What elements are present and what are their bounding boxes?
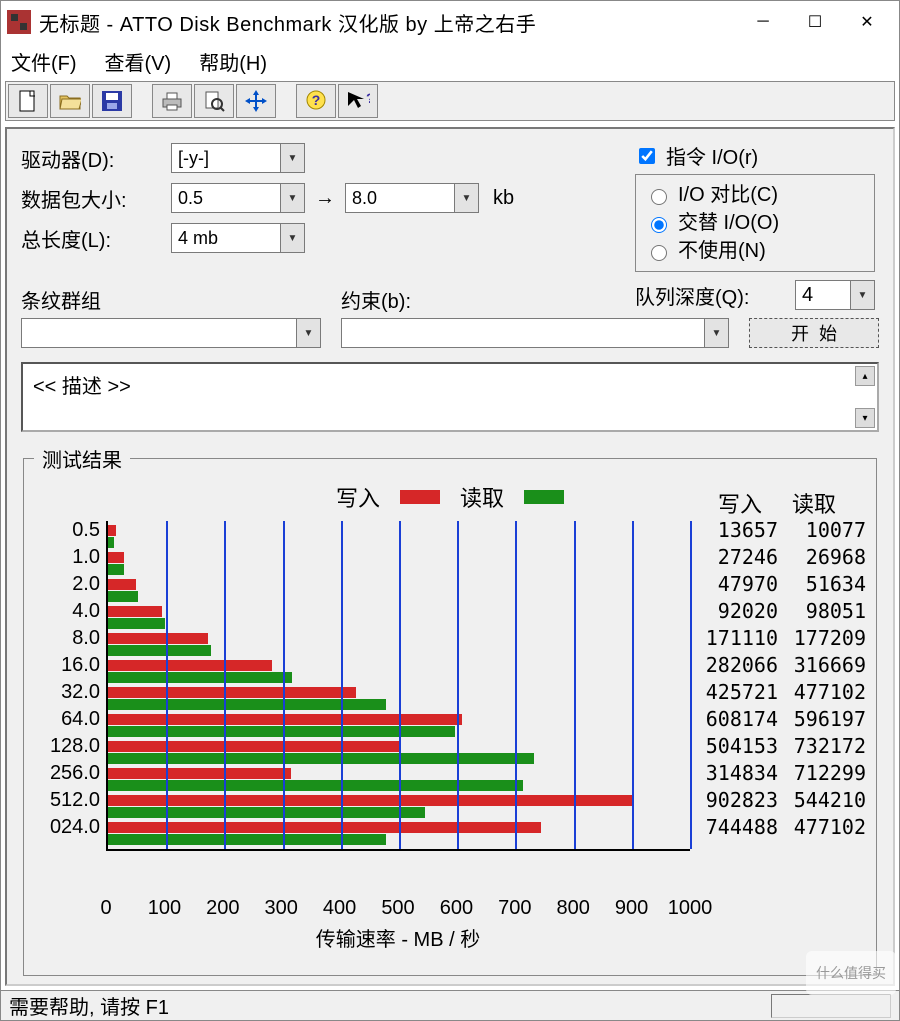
results-legend: 测试结果 bbox=[34, 444, 130, 473]
scroll-down-icon[interactable]: ▾ bbox=[855, 408, 875, 428]
bar-chart bbox=[106, 521, 690, 851]
y-labels: 0.51.02.04.08.016.032.064.0128.0256.0512… bbox=[34, 517, 106, 897]
start-button[interactable]: 开始 bbox=[749, 318, 879, 348]
minimize-button[interactable]: ─ bbox=[737, 4, 789, 40]
total-length-label: 总长度(L): bbox=[21, 224, 171, 253]
stripe-group-label: 条纹群组 bbox=[21, 285, 321, 314]
queue-depth-label: 队列深度(Q): bbox=[635, 281, 749, 310]
force-io-checkbox[interactable]: 指令 I/O(r) bbox=[635, 141, 875, 170]
main-panel: 指令 I/O(r) I/O 对比(C) 交替 I/O(O) 不使用(N) 队列深… bbox=[5, 127, 895, 986]
svg-text:?: ? bbox=[312, 92, 321, 108]
queue-depth-combo[interactable]: 4 bbox=[795, 280, 875, 310]
io-overlapped-radio[interactable]: 交替 I/O(O) bbox=[646, 209, 864, 237]
print-icon[interactable] bbox=[152, 84, 192, 118]
new-icon[interactable] bbox=[8, 84, 48, 118]
kb-label: kb bbox=[493, 187, 514, 210]
preview-icon[interactable] bbox=[194, 84, 234, 118]
io-mode-group: I/O 对比(C) 交替 I/O(O) 不使用(N) bbox=[635, 174, 875, 272]
scroll-up-icon[interactable]: ▴ bbox=[855, 366, 875, 386]
app-icon bbox=[7, 10, 31, 34]
arrow-icon: → bbox=[315, 187, 335, 210]
menu-view[interactable]: 查看(V) bbox=[105, 47, 172, 76]
menu-file[interactable]: 文件(F) bbox=[11, 47, 77, 76]
menubar: 文件(F) 查看(V) 帮助(H) bbox=[1, 43, 899, 79]
description-box[interactable]: << 描述 >> ▴ ▾ bbox=[21, 362, 879, 432]
constraint-combo[interactable] bbox=[341, 318, 729, 348]
watermark: 什么值得买 bbox=[806, 951, 896, 995]
save-icon[interactable] bbox=[92, 84, 132, 118]
status-text: 需要帮助, 请按 F1 bbox=[9, 991, 169, 1020]
toolbar: ? ? bbox=[5, 81, 895, 121]
io-neither-radio[interactable]: 不使用(N) bbox=[646, 237, 864, 265]
titlebar: 无标题 - ATTO Disk Benchmark 汉化版 by 上帝之右手 ─… bbox=[1, 1, 899, 43]
size-from-combo[interactable]: 0.5 bbox=[171, 183, 305, 213]
total-length-combo[interactable]: 4 mb bbox=[171, 223, 305, 253]
help-icon[interactable]: ? bbox=[296, 84, 336, 118]
close-button[interactable]: ✕ bbox=[841, 4, 893, 40]
status-segment bbox=[771, 994, 891, 1018]
results-group: 测试结果 写入 读取 写入 读取 0.51.02.04.08.016.032.0… bbox=[23, 444, 877, 976]
window-title: 无标题 - ATTO Disk Benchmark 汉化版 by 上帝之右手 bbox=[39, 8, 737, 37]
whatsthis-icon[interactable]: ? bbox=[338, 84, 378, 118]
maximize-button[interactable]: ☐ bbox=[789, 4, 841, 40]
stripe-group-combo[interactable] bbox=[21, 318, 321, 348]
size-to-combo[interactable]: 8.0 bbox=[345, 183, 479, 213]
io-compare-radio[interactable]: I/O 对比(C) bbox=[646, 181, 864, 209]
write-swatch bbox=[400, 490, 440, 504]
transfer-size-label: 数据包大小: bbox=[21, 184, 171, 213]
value-headers: 写入 读取 bbox=[718, 487, 836, 519]
x-axis-label: 传输速率 - MB / 秒 bbox=[106, 923, 690, 952]
statusbar: 需要帮助, 请按 F1 bbox=[1, 990, 899, 1020]
open-icon[interactable] bbox=[50, 84, 90, 118]
value-columns: 1365727246479709202017111028206642572160… bbox=[690, 517, 866, 897]
drive-label: 驱动器(D): bbox=[21, 144, 171, 173]
drive-combo[interactable]: [-y-] bbox=[171, 143, 305, 173]
svg-text:?: ? bbox=[366, 90, 370, 106]
read-swatch bbox=[524, 490, 564, 504]
menu-help[interactable]: 帮助(H) bbox=[199, 47, 267, 76]
move-icon[interactable] bbox=[236, 84, 276, 118]
x-ticks: 01002003004005006007008009001000 bbox=[106, 897, 690, 923]
